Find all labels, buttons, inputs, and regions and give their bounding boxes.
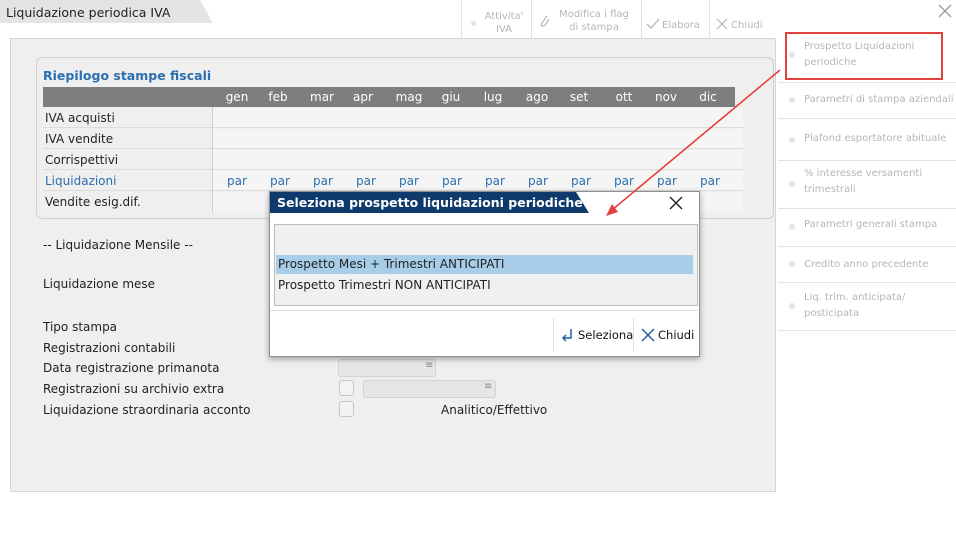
- bullet-icon: [789, 97, 795, 103]
- bullet-icon: [789, 137, 795, 143]
- seleziona-button[interactable]: Seleziona: [553, 318, 634, 352]
- row-cells: [213, 108, 743, 127]
- month-label: dic: [699, 90, 717, 104]
- month-label: mar: [310, 90, 334, 104]
- row-cells: [213, 129, 743, 148]
- bullet-icon: [789, 181, 795, 187]
- close-icon[interactable]: [667, 194, 685, 212]
- chiudi-label: Chiudi: [731, 20, 763, 31]
- registrazioni-extra-label: Registrazioni su archivio extra: [43, 382, 225, 396]
- month-label: nov: [654, 90, 678, 104]
- close-icon: [716, 18, 728, 30]
- summary-title: Riepilogo stampe fiscali: [43, 68, 212, 83]
- liquidazione-cell[interactable]: par: [650, 174, 684, 188]
- row-divider: [43, 127, 743, 128]
- attivita-label-line2: IVA: [496, 24, 512, 35]
- bullet-icon: [789, 261, 795, 267]
- right-item-label: Plafond esportatore abituale: [804, 133, 947, 144]
- paperclip-icon: [540, 15, 550, 27]
- tipo-stampa-label: Tipo stampa: [43, 320, 118, 334]
- month-label: gen: [225, 90, 249, 104]
- liquidazione-cell[interactable]: par: [693, 174, 727, 188]
- liquidazione-cell[interactable]: par: [220, 174, 254, 188]
- liquidazione-cell[interactable]: par: [564, 174, 598, 188]
- seleziona-label: Seleziona: [578, 328, 634, 342]
- modifica-label-line2: di stampa: [569, 22, 619, 33]
- right-item-label: Liq. trim. anticipata/posticipata: [804, 292, 906, 319]
- liquidazione-cell[interactable]: par: [607, 174, 641, 188]
- right-item-parametri-generali[interactable]: Parametri generali stampa: [778, 208, 956, 247]
- dialog-chiudi-button[interactable]: Chiudi: [633, 318, 698, 352]
- menu-icon: ≡: [425, 360, 434, 371]
- registrazioni-extra-select[interactable]: ≡: [363, 380, 496, 398]
- option-trimestri-non-anticipati[interactable]: Prospetto Trimestri NON ANTICIPATI: [276, 276, 693, 295]
- liquidazione-cell[interactable]: par: [435, 174, 469, 188]
- liquidazione-cell[interactable]: par: [349, 174, 383, 188]
- attivita-label-line1: Attivita': [484, 11, 524, 22]
- data-registrazione-label: Data registrazione primanota: [43, 361, 220, 375]
- dialog-footer-divider: [270, 310, 698, 311]
- month-label: apr: [353, 90, 373, 104]
- modifica-label-line1: Modifica i flag: [559, 9, 629, 20]
- liquidazione-straordinaria-checkbox[interactable]: [339, 401, 354, 417]
- month-label: set: [569, 90, 589, 104]
- liquidazione-mese-label: Liquidazione mese: [43, 277, 156, 291]
- row-label-iva-acquisti: IVA acquisti: [45, 111, 115, 125]
- month-label: giu: [441, 90, 461, 104]
- month-label: ago: [525, 90, 549, 104]
- modifica-flag-button[interactable]: Modifica i flag di stampa: [531, 0, 642, 39]
- right-item-parametri-stampa-aziendali[interactable]: Parametri di stampa aziendali: [778, 82, 956, 119]
- liquidazione-cell[interactable]: par: [392, 174, 426, 188]
- month-label: ott: [615, 90, 633, 104]
- analitico-label: Analitico/Effettivo: [441, 403, 548, 417]
- data-registrazione-field[interactable]: ≡: [338, 359, 436, 377]
- bullet-icon: [471, 21, 476, 26]
- right-item-interesse-versamenti[interactable]: % interesse versamenti trimestrali: [778, 160, 956, 209]
- month-label: mag: [395, 90, 423, 104]
- liquidazione-cell[interactable]: par: [521, 174, 555, 188]
- attivita-iva-button[interactable]: Attivita' IVA: [461, 0, 532, 39]
- row-label-liquidazioni[interactable]: Liquidazioni: [45, 174, 116, 188]
- annotation-highlight: [785, 32, 943, 80]
- column-divider: [212, 107, 213, 213]
- row-divider: [43, 169, 743, 170]
- dialog-chiudi-label: Chiudi: [658, 328, 695, 342]
- row-divider: [43, 148, 743, 149]
- registrazioni-extra-checkbox[interactable]: [339, 380, 354, 396]
- dialog-title: Seleziona prospetto liquidazioni periodi…: [277, 195, 583, 210]
- month-label: feb: [268, 90, 288, 104]
- check-icon: [646, 18, 660, 29]
- month-label: lug: [483, 90, 503, 104]
- window-title-tab: Liquidazione periodica IVA: [0, 0, 214, 24]
- option-mesi-trimestri-anticipati[interactable]: Prospetto Mesi + Trimestri ANTICIPATI: [276, 255, 693, 274]
- right-item-label: Credito anno precedente: [804, 259, 929, 270]
- close-icon[interactable]: [936, 2, 954, 20]
- window-title: Liquidazione periodica IVA: [6, 5, 171, 20]
- right-item-plafond-esportatore[interactable]: Plafond esportatore abituale: [778, 118, 956, 161]
- row-label-corrispettivi: Corrispettivi: [45, 153, 119, 167]
- section-label: -- Liquidazione Mensile --: [43, 238, 193, 252]
- liquidazione-cell[interactable]: par: [263, 174, 297, 188]
- elabora-button[interactable]: Elabora: [641, 0, 710, 39]
- liquidazione-straordinaria-label: Liquidazione straordinaria acconto: [43, 403, 251, 417]
- row-cells: [213, 150, 743, 169]
- bullet-icon: [789, 303, 795, 309]
- right-item-label: Parametri generali stampa: [804, 219, 938, 230]
- right-item-credito-anno[interactable]: Credito anno precedente: [778, 246, 956, 283]
- registrazioni-contabili-label: Registrazioni contabili: [43, 341, 176, 355]
- right-item-label: % interesse versamenti trimestrali: [804, 168, 923, 195]
- row-label-iva-vendite: IVA vendite: [45, 132, 114, 146]
- menu-icon: ≡: [484, 381, 493, 392]
- close-icon: [641, 328, 655, 342]
- chiudi-button[interactable]: Chiudi: [709, 0, 776, 39]
- right-item-label: Parametri di stampa aziendali: [804, 94, 954, 105]
- liquidazione-cell[interactable]: par: [306, 174, 340, 188]
- enter-icon: [561, 329, 572, 342]
- right-item-liq-trim[interactable]: Liq. trim. anticipata/posticipata: [778, 282, 956, 331]
- liquidazione-cell[interactable]: par: [478, 174, 512, 188]
- row-label-vendite-esig: Vendite esig.dif.: [45, 195, 141, 209]
- bullet-icon: [789, 224, 795, 230]
- elabora-label: Elabora: [662, 20, 700, 31]
